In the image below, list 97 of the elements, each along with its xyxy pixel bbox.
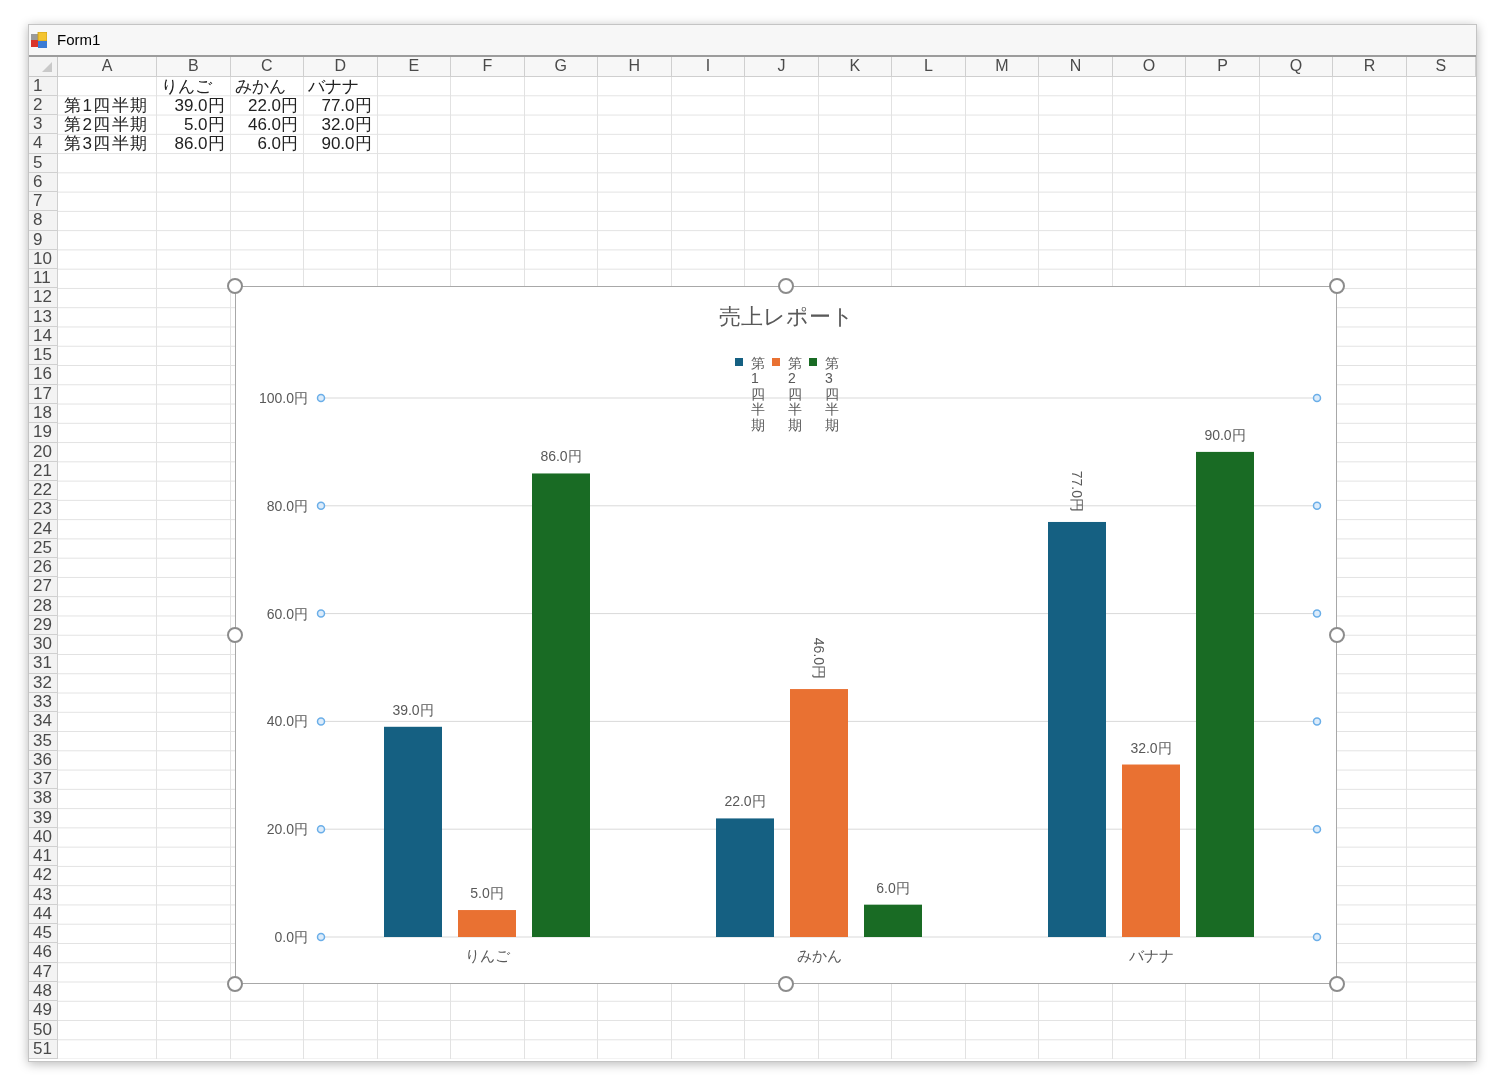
legend-label: 第3四半期	[825, 356, 839, 433]
circle-marker-icon	[1312, 932, 1322, 942]
column-header[interactable]: A	[58, 57, 157, 77]
data-label: 6.0円	[876, 879, 910, 896]
row-header[interactable]: 23	[29, 500, 58, 520]
table-cell-text: 第3四半期	[63, 134, 150, 154]
row-header[interactable]: 8	[29, 211, 58, 231]
window-title: Form1	[57, 31, 101, 49]
table-cell-text: 39.0円	[173, 95, 226, 116]
column-header[interactable]: O	[1112, 57, 1187, 77]
circle-marker-icon	[1312, 393, 1322, 403]
legend-label: 第2四半期	[788, 356, 802, 433]
table-cell-text: 6.0円	[256, 134, 300, 154]
bar	[458, 910, 516, 937]
circle-marker-icon	[316, 932, 326, 942]
row-header[interactable]: 41	[29, 847, 58, 867]
circle-marker-icon	[1312, 824, 1322, 834]
column-header[interactable]: N	[1039, 57, 1113, 77]
column-header[interactable]: E	[377, 57, 452, 77]
data-label: 86.0円	[540, 448, 582, 465]
data-label: 5.0円	[470, 885, 504, 902]
bar	[864, 904, 922, 937]
circle-marker-icon	[316, 717, 326, 726]
axis-label: 80.0円	[266, 497, 308, 514]
triangle-icon	[42, 61, 52, 72]
circle-marker-icon	[316, 501, 326, 511]
row-header[interactable]: 37	[29, 770, 58, 790]
circle-marker-icon	[1312, 717, 1322, 726]
legend-label: 第1四半期	[751, 356, 765, 433]
table-cell-text: 77.0円	[320, 95, 373, 116]
table-cell-text: みかん	[233, 76, 287, 96]
column-header[interactable]: L	[892, 57, 966, 77]
row-header[interactable]: 42	[29, 866, 58, 886]
table-cell-text: りんご	[160, 76, 213, 96]
column-header[interactable]: F	[451, 57, 525, 77]
data-label: 90.0円	[1204, 426, 1246, 443]
table-cell-text: 32.0円	[320, 115, 373, 135]
row-header[interactable]: 11	[29, 269, 58, 289]
row-header[interactable]: 45	[29, 924, 58, 944]
data-label: 22.0円	[724, 793, 766, 810]
table-cell-text: 22.0円	[246, 95, 300, 116]
column-header[interactable]: C	[230, 57, 305, 77]
table-cell-text: 5.0円	[182, 115, 226, 135]
table-cell-text: 第1四半期	[63, 95, 150, 116]
row-header[interactable]: 27	[29, 577, 58, 597]
axis-label: 0.0円	[274, 929, 308, 945]
data-label: 77.0円	[1069, 470, 1085, 512]
row-header[interactable]: 4	[29, 134, 58, 154]
table-cell-text: バナナ	[307, 76, 361, 96]
row-header[interactable]: 38	[29, 789, 58, 809]
row-header[interactable]: 26	[29, 558, 58, 578]
category-label: みかん	[796, 946, 842, 964]
row-header[interactable]: 7	[29, 192, 58, 212]
column-header[interactable]: P	[1186, 57, 1260, 77]
category-label: りんご	[464, 946, 510, 964]
circle-marker-icon	[316, 609, 326, 618]
column-header[interactable]: J	[745, 57, 819, 77]
row-header[interactable]: 31	[29, 654, 58, 674]
row-header[interactable]: 12	[29, 288, 58, 308]
row-header[interactable]: 3	[29, 115, 58, 135]
circle-marker-icon	[316, 824, 326, 834]
column-header[interactable]: R	[1333, 57, 1407, 77]
row-header[interactable]: 19	[29, 423, 58, 443]
circle-marker-icon	[1312, 501, 1322, 511]
axis-label: 40.0円	[266, 713, 308, 730]
row-header[interactable]: 33	[29, 693, 58, 713]
table-cell-text: 90.0円	[320, 134, 373, 154]
row-header[interactable]: 22	[29, 481, 58, 501]
data-label: 46.0円	[811, 637, 827, 680]
row-header[interactable]: 46	[29, 943, 58, 963]
axis-label: 20.0円	[266, 821, 308, 838]
column-header[interactable]: B	[157, 57, 231, 77]
table-cell-text: 第2四半期	[63, 115, 150, 135]
column-header[interactable]: H	[598, 57, 672, 77]
column-header[interactable]: Q	[1259, 57, 1334, 77]
column-header[interactable]: D	[304, 57, 378, 77]
row-header[interactable]: 15	[29, 346, 58, 366]
axis-label: 100.0円	[258, 390, 308, 406]
data-label: 39.0円	[392, 701, 434, 718]
row-header[interactable]: 18	[29, 404, 58, 424]
row-header[interactable]: 34	[29, 712, 58, 732]
table-cell-text: 46.0円	[246, 115, 300, 135]
chart-title: 売上レポート	[718, 303, 854, 331]
row-header[interactable]: 49	[29, 1001, 58, 1021]
category-label: バナナ	[1128, 946, 1174, 964]
column-header[interactable]: G	[524, 57, 599, 77]
column-header[interactable]: M	[965, 57, 1040, 77]
column-header[interactable]: K	[818, 57, 893, 77]
circle-marker-icon	[316, 393, 326, 403]
data-label: 32.0円	[1130, 739, 1172, 756]
column-header[interactable]: S	[1406, 57, 1476, 77]
row-header[interactable]: 30	[29, 635, 58, 655]
circle-marker-icon	[1312, 609, 1322, 618]
row-header[interactable]: 16	[29, 365, 58, 385]
column-header[interactable]: I	[671, 57, 746, 77]
table-cell-text: 86.0円	[173, 134, 226, 154]
axis-label: 60.0円	[266, 605, 308, 622]
